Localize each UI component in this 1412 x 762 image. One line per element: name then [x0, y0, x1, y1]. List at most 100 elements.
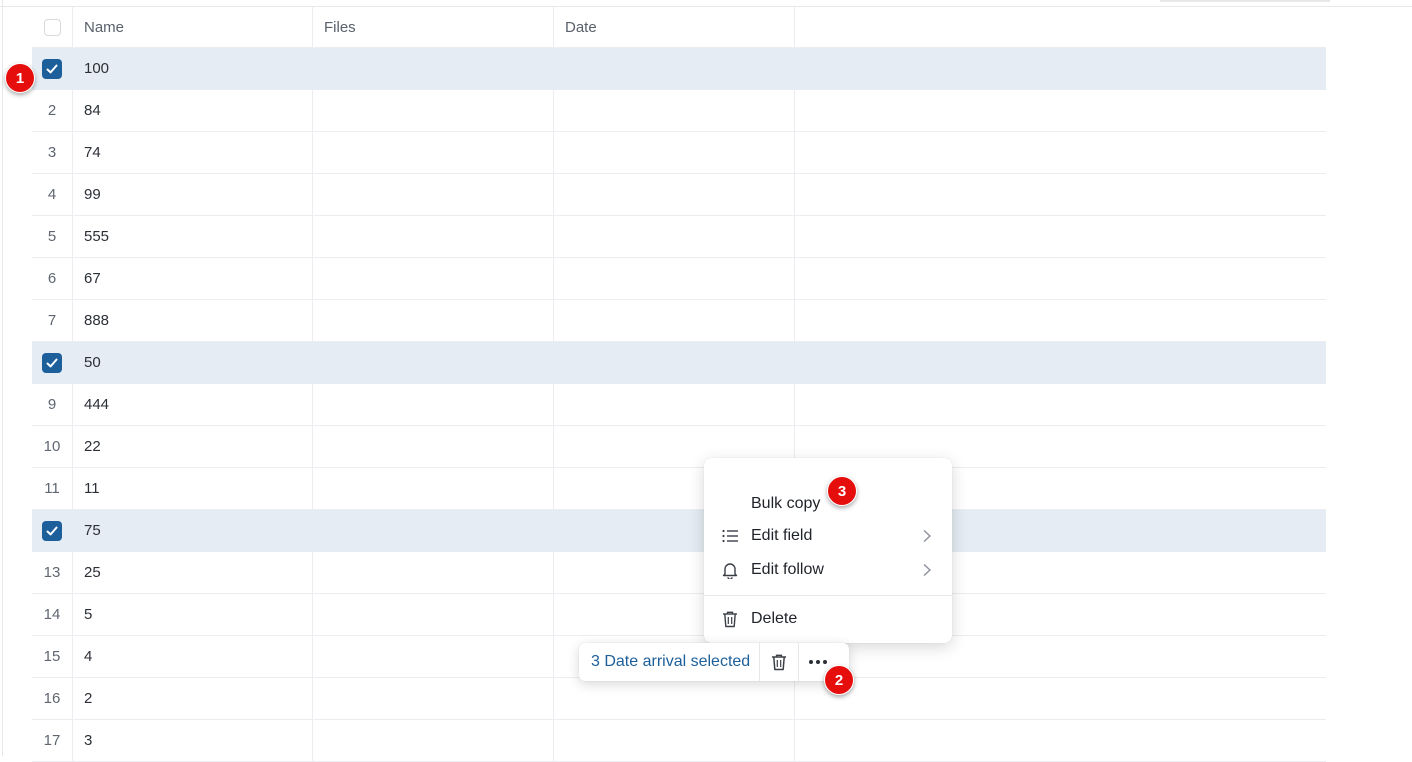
select-all-checkbox[interactable]: [43, 18, 61, 36]
cell-name[interactable]: 888: [73, 300, 313, 341]
cell-files[interactable]: [313, 132, 554, 173]
cell-name[interactable]: 555: [73, 216, 313, 257]
checkmark-icon: [46, 64, 58, 73]
cell-name[interactable]: 5: [73, 594, 313, 635]
cell-name[interactable]: 22: [73, 426, 313, 467]
cell-name[interactable]: 4: [73, 636, 313, 677]
column-header-files[interactable]: Files: [313, 7, 554, 47]
cell-name[interactable]: 74: [73, 132, 313, 173]
checkmark-icon: [46, 358, 58, 367]
cell-files[interactable]: [313, 216, 554, 257]
column-header-name[interactable]: Name: [73, 7, 313, 47]
cell-files[interactable]: [313, 678, 554, 719]
row-index[interactable]: 10: [32, 426, 73, 467]
row-index[interactable]: 3: [32, 132, 73, 173]
cell-files[interactable]: [313, 552, 554, 593]
row-index[interactable]: 7: [32, 300, 73, 341]
cell-date[interactable]: [554, 216, 795, 257]
table-row[interactable]: 16 2: [32, 678, 1326, 720]
cell-name[interactable]: 99: [73, 174, 313, 215]
table-row[interactable]: 10 22: [32, 426, 1326, 468]
menu-item-edit-follow[interactable]: Edit follow: [704, 554, 952, 586]
cell-files[interactable]: [313, 258, 554, 299]
menu-item-label: Bulk copy: [751, 495, 821, 512]
cell-date[interactable]: [554, 342, 795, 383]
table-row[interactable]: 100: [32, 48, 1326, 90]
cell-files[interactable]: [313, 342, 554, 383]
table-row[interactable]: 6 67: [32, 258, 1326, 300]
row-index[interactable]: 4: [32, 174, 73, 215]
row-checkbox-checked[interactable]: [42, 58, 62, 79]
cell-files[interactable]: [313, 90, 554, 131]
table-row[interactable]: 9 444: [32, 384, 1326, 426]
table-row[interactable]: 5 555: [32, 216, 1326, 258]
cell-date[interactable]: [554, 678, 795, 719]
cell-files[interactable]: [313, 468, 554, 509]
select-all-cell[interactable]: [32, 7, 73, 47]
cell-empty: [795, 678, 1326, 719]
row-checkbox-cell[interactable]: [32, 510, 73, 551]
cell-date[interactable]: [554, 48, 795, 89]
cell-empty: [795, 384, 1326, 425]
cell-files[interactable]: [313, 174, 554, 215]
table-row[interactable]: 4 99: [32, 174, 1326, 216]
row-index[interactable]: 11: [32, 468, 73, 509]
cell-name[interactable]: 67: [73, 258, 313, 299]
row-index[interactable]: 16: [32, 678, 73, 719]
cell-name[interactable]: 75: [73, 510, 313, 551]
trash-icon: [723, 611, 737, 628]
table-row[interactable]: 13 25: [32, 552, 1326, 594]
cell-date[interactable]: [554, 384, 795, 425]
annotation-marker-3: 3: [827, 476, 857, 506]
row-index[interactable]: 15: [32, 636, 73, 677]
cell-name[interactable]: 2: [73, 678, 313, 719]
cell-name[interactable]: 3: [73, 720, 313, 761]
cell-name[interactable]: 11: [73, 468, 313, 509]
table-row[interactable]: 2 84: [32, 90, 1326, 132]
cell-files[interactable]: [313, 426, 554, 467]
cell-name[interactable]: 50: [73, 342, 313, 383]
cell-date[interactable]: [554, 132, 795, 173]
table-row[interactable]: 11 11: [32, 468, 1326, 510]
row-index[interactable]: 14: [32, 594, 73, 635]
cell-date[interactable]: [554, 300, 795, 341]
row-index[interactable]: 9: [32, 384, 73, 425]
cell-name[interactable]: 84: [73, 90, 313, 131]
cell-empty: [795, 258, 1326, 299]
more-horizontal-icon: [809, 660, 827, 664]
table-row[interactable]: 3 74: [32, 132, 1326, 174]
menu-item-delete[interactable]: Delete: [704, 603, 952, 635]
row-index[interactable]: 2: [32, 90, 73, 131]
cell-files[interactable]: [313, 594, 554, 635]
table-row[interactable]: 7 888: [32, 300, 1326, 342]
cell-date[interactable]: [554, 258, 795, 299]
cell-name[interactable]: 25: [73, 552, 313, 593]
cell-files[interactable]: [313, 636, 554, 677]
checkmark-icon: [46, 526, 58, 535]
cell-date[interactable]: [554, 174, 795, 215]
row-checkbox-cell[interactable]: [32, 48, 73, 89]
cell-date[interactable]: [554, 720, 795, 761]
row-index[interactable]: 17: [32, 720, 73, 761]
cell-files[interactable]: [313, 48, 554, 89]
cell-name[interactable]: 100: [73, 48, 313, 89]
bulk-delete-button[interactable]: [760, 643, 798, 681]
menu-item-edit-field[interactable]: Edit field: [704, 520, 952, 552]
column-header-date[interactable]: Date: [554, 7, 795, 47]
cell-files[interactable]: [313, 720, 554, 761]
row-index[interactable]: 5: [32, 216, 73, 257]
row-index[interactable]: 13: [32, 552, 73, 593]
row-checkbox-checked[interactable]: [42, 352, 62, 373]
table-row[interactable]: 14 5: [32, 594, 1326, 636]
cell-files[interactable]: [313, 510, 554, 551]
row-checkbox-cell[interactable]: [32, 342, 73, 383]
cell-date[interactable]: [554, 90, 795, 131]
cell-files[interactable]: [313, 300, 554, 341]
table-row[interactable]: 75: [32, 510, 1326, 552]
table-row[interactable]: 50: [32, 342, 1326, 384]
cell-name[interactable]: 444: [73, 384, 313, 425]
cell-files[interactable]: [313, 384, 554, 425]
row-checkbox-checked[interactable]: [42, 520, 62, 541]
row-index[interactable]: 6: [32, 258, 73, 299]
chevron-right-icon: [923, 529, 932, 543]
